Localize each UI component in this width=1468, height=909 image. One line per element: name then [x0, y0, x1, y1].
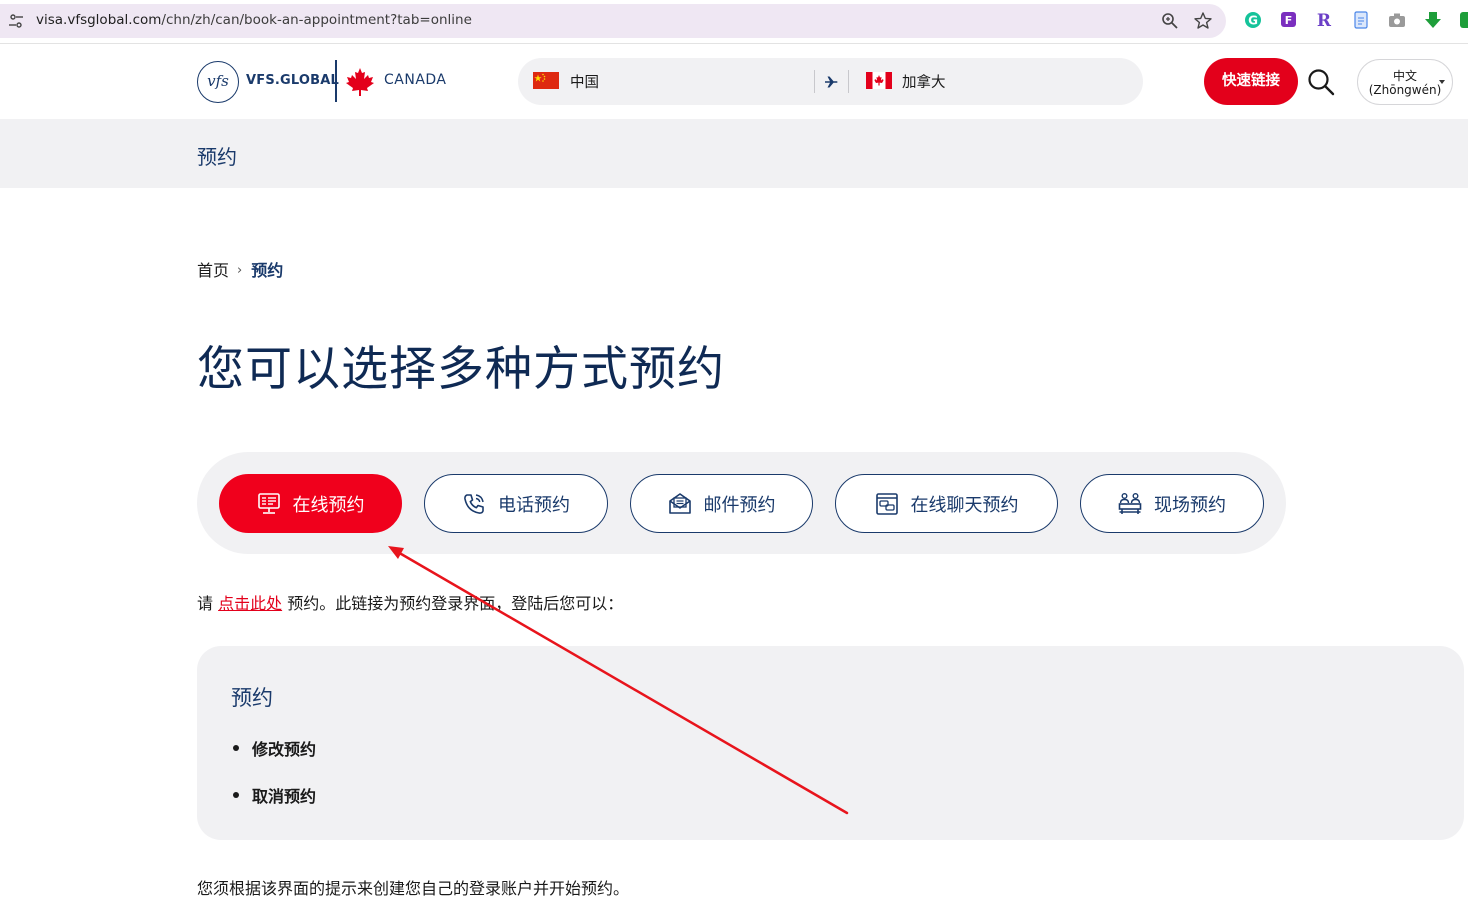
chevron-right-icon: › [237, 263, 243, 278]
tab-online-booking[interactable]: 在线预约 [219, 474, 402, 533]
route-divider [814, 70, 815, 93]
intro-suffix: 预约。此链接为预约登录界面，登陆后您可以： [282, 594, 624, 613]
site-header: vfs VFS.GLOBAL CANADA 中国 加拿大 快速链接 中文 (Zh… [0, 45, 1468, 119]
tab-label: 在线聊天预约 [910, 494, 1019, 516]
mail-icon [668, 492, 691, 514]
extension-f-icon[interactable]: F [1279, 10, 1299, 30]
page-banner: 预约 [0, 119, 1468, 188]
address-bar[interactable]: visa.vfsglobal.com/chn/zh/can/book-an-ap… [0, 4, 1226, 38]
booking-instructions: 请 点击此处 预约。此链接为预约登录界面，登陆后您可以： [197, 590, 623, 614]
bookmark-star-icon[interactable] [1193, 11, 1213, 31]
card-title: 预约 [231, 686, 273, 710]
tab-label: 电话预约 [498, 494, 570, 516]
language-selector[interactable]: 中文 (Zhōngwén) [1357, 59, 1453, 105]
svg-text:R: R [1317, 11, 1332, 30]
phone-icon [464, 493, 484, 514]
chevron-down-icon [1439, 80, 1445, 84]
booking-method-tabs: 在线预约 电话预约 邮件预约 在线聊天预约 现场预约 [197, 452, 1286, 554]
tab-walk-in-booking[interactable]: 现场预约 [1080, 474, 1264, 533]
zoom-icon[interactable] [1160, 11, 1180, 31]
intro-prefix: 请 [197, 594, 219, 613]
partner-name: CANADA [384, 72, 447, 88]
logo-divider [335, 60, 337, 102]
site-settings-icon[interactable] [8, 13, 24, 29]
breadcrumb-home[interactable]: 首页 [197, 261, 229, 280]
maple-leaf-icon [346, 68, 374, 96]
extension-partial-icon[interactable] [1458, 10, 1468, 30]
camera-extension-icon[interactable] [1387, 10, 1407, 30]
tab-chat-booking[interactable]: 在线聊天预约 [835, 474, 1058, 533]
route-from-country[interactable]: 中国 [570, 71, 599, 92]
list-item: 修改预约 [231, 736, 316, 783]
breadcrumb: 首页 › 预约 [197, 257, 283, 281]
quick-links-button[interactable]: 快速链接 [1204, 58, 1298, 105]
account-instructions: 您须根据该界面的提示来创建您自己的登录账户并开始预约。 [197, 879, 630, 898]
url-host: visa.vfsglobal.com [36, 12, 162, 28]
language-label: 中文 [1392, 69, 1417, 83]
route-divider-2 [848, 70, 849, 93]
browser-toolbar: visa.vfsglobal.com/chn/zh/can/book-an-ap… [0, 0, 1468, 44]
click-here-link[interactable]: 点击此处 [218, 594, 282, 613]
online-booking-icon [257, 492, 280, 514]
docs-extension-icon[interactable] [1351, 10, 1371, 30]
china-flag-icon [533, 72, 559, 89]
download-extension-icon[interactable] [1423, 10, 1443, 30]
url-path: /chn/zh/can/book-an-appointment?tab=onli… [161, 12, 472, 28]
tab-mail-booking[interactable]: 邮件预约 [630, 474, 813, 533]
url-text[interactable]: visa.vfsglobal.com/chn/zh/can/book-an-ap… [36, 12, 472, 28]
chat-icon [875, 492, 898, 515]
vfs-logo[interactable]: vfs [197, 61, 239, 103]
language-romanized: (Zhōngwén) [1368, 83, 1442, 97]
route-selector[interactable]: 中国 加拿大 [518, 58, 1143, 105]
card-list: 修改预约 取消预约 [231, 736, 316, 830]
search-icon[interactable] [1306, 67, 1336, 97]
banner-title: 预约 [197, 145, 237, 169]
tab-label: 现场预约 [1154, 494, 1226, 516]
svg-text:G: G [1248, 14, 1258, 28]
svg-text:F: F [1285, 14, 1293, 27]
plane-icon [825, 76, 838, 88]
canada-flag-icon [866, 72, 892, 89]
grammarly-extension-icon[interactable]: G [1243, 10, 1263, 30]
tab-phone-booking[interactable]: 电话预约 [424, 474, 608, 533]
tab-label: 邮件预约 [703, 494, 776, 516]
page-title: 您可以选择多种方式预约 [197, 342, 725, 397]
breadcrumb-current: 预约 [251, 261, 284, 280]
list-item: 取消预约 [231, 783, 316, 830]
tab-label: 在线预约 [292, 494, 365, 516]
extension-r-icon[interactable]: R [1314, 10, 1334, 30]
booking-options-card: 预约 修改预约 取消预约 [197, 646, 1464, 840]
route-to-country[interactable]: 加拿大 [902, 71, 946, 92]
walk-in-icon [1118, 492, 1142, 514]
brand-name: VFS.GLOBAL [246, 73, 340, 88]
